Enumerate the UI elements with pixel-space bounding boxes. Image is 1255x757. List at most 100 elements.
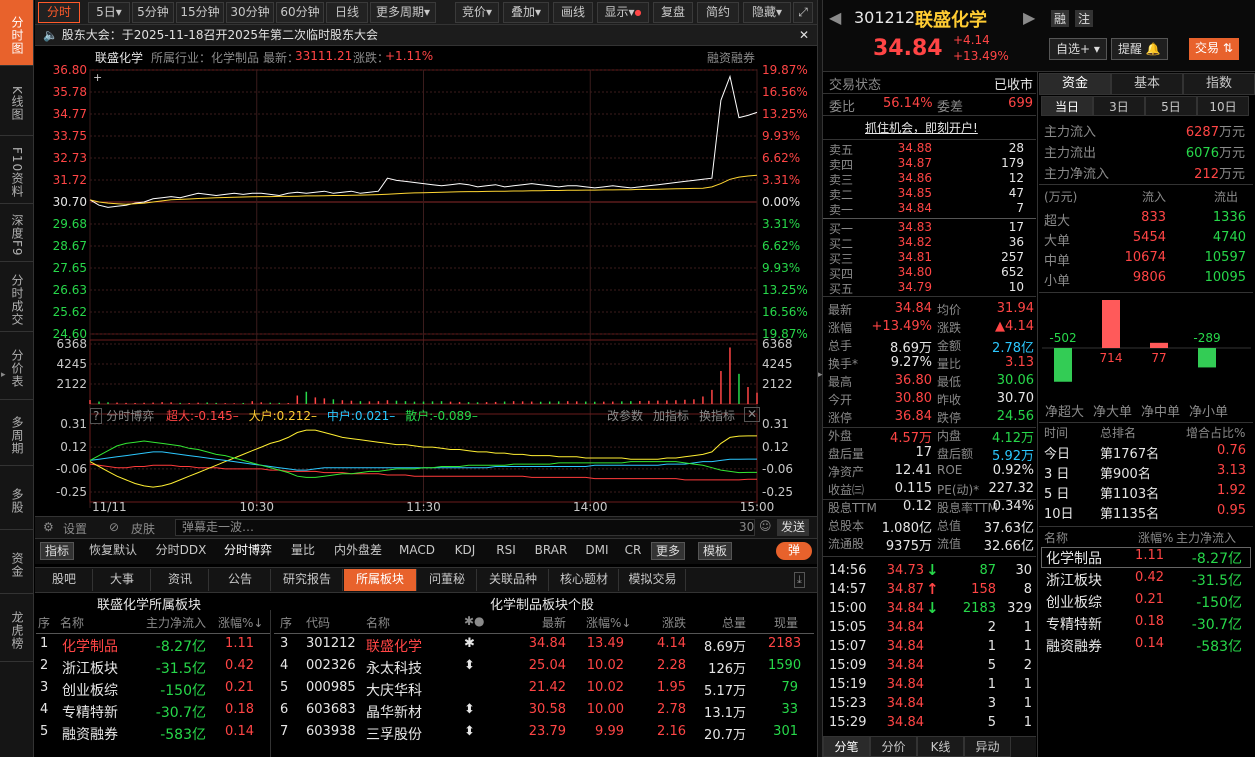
info-tab[interactable]: 资讯 [152,569,209,591]
intraday-button[interactable]: 分时 [38,2,80,23]
indicator-1[interactable]: 恢复默认 [82,542,144,560]
info-tab[interactable]: 所属板块 [344,569,417,591]
fund-tab[interactable]: 指数 [1183,73,1255,95]
ask-price[interactable]: 34.87 [880,156,932,170]
left-nav-item[interactable]: 分时成交 [0,262,33,332]
indicator-5[interactable]: 内外盘差 [328,542,388,560]
trade-button[interactable]: 交易 ⇅ [1189,38,1239,60]
left-nav-item[interactable]: 多股 [0,466,33,530]
close-icon[interactable]: ✕ [799,25,809,45]
sector-left-name[interactable]: 创业板综 [62,680,118,700]
info-tab[interactable]: 股吧 [36,569,93,591]
indicator-3[interactable]: 分时博弈 [218,542,278,560]
info-tab[interactable]: 研究报告 [272,569,343,591]
fund-sector-name[interactable]: 浙江板块 [1046,570,1102,590]
sector-right-cell[interactable]: 晶华新材 [366,702,456,722]
fund-sector-name[interactable]: 融资融券 [1046,636,1102,656]
indicator-0[interactable]: 指标 [40,542,74,560]
tick-tab[interactable]: 分笔 [823,736,870,757]
ask-price[interactable]: 34.85 [880,186,932,200]
close-icon[interactable]: ✕ [744,407,761,422]
watchlist-button[interactable]: 自选+ ▾ [1049,38,1107,60]
display-button[interactable]: 显示▾● [597,2,649,23]
add-indicator-button[interactable]: 加指标 [653,407,689,424]
ask-price[interactable]: 34.86 [880,171,932,185]
left-nav-item[interactable]: 多周期 [0,400,33,466]
ask-price[interactable]: 34.84 [880,201,932,215]
indicator-6[interactable]: MACD [394,542,440,560]
indicator-13[interactable]: 模板 [698,542,732,560]
bid-price-button[interactable]: 竞价▾ [455,2,499,23]
left-nav-item[interactable]: 龙虎榜 [0,594,33,662]
fund-tab[interactable]: 资金 [1039,73,1111,95]
indicator-9[interactable]: BRAR [528,542,574,560]
help-icon[interactable]: ? [90,408,103,424]
hide-button[interactable]: 隐藏▾ [743,2,791,23]
fund-sector-name[interactable]: 创业板综 [1046,592,1102,612]
prev-stock-icon[interactable]: ◀ [829,8,841,27]
indicator-7[interactable]: KDJ [446,542,484,560]
m15-button[interactable]: 15分钟 [176,2,224,23]
sector-left-name[interactable]: 浙江板块 [62,658,118,678]
indicator-8[interactable]: RSI [489,542,523,560]
indicator-14[interactable]: 弹 [776,542,812,560]
indicator-4[interactable]: 量比 [284,542,322,560]
info-tab[interactable]: 公告 [210,569,271,591]
ask-price[interactable]: 34.88 [880,141,932,155]
edit-params-button[interactable]: 改参数 [607,407,643,424]
sector-left-name[interactable]: 专精特新 [62,702,118,722]
indicator-2[interactable]: 分时DDX [150,542,212,560]
sector-left-name[interactable]: 融资融券 [62,724,118,744]
fullscreen-icon[interactable]: ⤢ [793,2,813,23]
left-nav-item[interactable]: 分价表 [0,332,33,400]
bid-price[interactable]: 34.79 [880,280,932,294]
info-tab[interactable]: 关联品种 [478,569,549,591]
info-tab[interactable]: 大事 [94,569,151,591]
smile-icon[interactable]: ☺ [759,519,772,533]
fund-period[interactable]: 5日 [1145,96,1197,116]
sector-right-cell[interactable]: 大庆华科 [366,680,456,700]
fund-period[interactable]: 当日 [1041,96,1093,116]
five-day-button[interactable]: 5日▾ [88,2,130,23]
left-nav-item[interactable]: 分时图 [0,0,33,66]
left-nav-item[interactable]: K线图 [0,66,33,136]
sector-right-cell[interactable]: 三孚股份 [366,724,456,744]
promo-link[interactable]: 抓住机会，即刻开户! [865,119,978,136]
fund-sector-name[interactable]: 专精特新 [1046,614,1102,634]
tick-tab[interactable]: 异动 [964,736,1011,757]
info-tab[interactable]: 核心题材 [550,569,619,591]
collapse-icon[interactable]: ⤓ [794,572,805,588]
left-nav-item[interactable]: 深度F9 [0,204,33,262]
send-button[interactable]: 发送 [777,519,810,536]
more-period-button[interactable]: 更多周期▾ [370,2,436,23]
notice-text[interactable]: 股东大会：于2025-11-18召开2025年第二次临时股东大会 [62,28,378,42]
tick-tab[interactable]: K线 [917,736,964,757]
bid-price[interactable]: 34.81 [880,250,932,264]
info-tab[interactable]: 问董秘 [418,569,477,591]
sector-left-name[interactable]: 化学制品 [62,636,118,656]
replay-button[interactable]: 复盘 [653,2,693,23]
indicator-11[interactable]: CR [620,542,646,560]
left-nav-item[interactable]: F10资料 [0,136,33,204]
fund-sector-name[interactable]: 化学制品 [1046,548,1102,568]
indicator-10[interactable]: DMI [579,542,615,560]
indicator-12[interactable]: 更多 [651,542,685,560]
fund-period[interactable]: 3日 [1093,96,1145,116]
bid-price[interactable]: 34.83 [880,220,932,234]
draw-button[interactable]: 画线 [553,2,593,23]
left-nav-item[interactable]: 资金 [0,530,33,594]
skin-button[interactable]: 皮肤 [131,520,155,537]
simple-button[interactable]: 简约 [697,2,739,23]
daily-button[interactable]: 日线 [326,2,368,23]
skin-icon[interactable]: ⊘ [109,520,119,534]
overlay-button[interactable]: 叠加▾ [503,2,549,23]
note-badge[interactable]: 注 [1075,10,1094,27]
sector-right-cell[interactable]: 永太科技 [366,658,456,678]
tick-tab[interactable]: 分价 [870,736,917,757]
m60-button[interactable]: 60分钟 [276,2,324,23]
m30-button[interactable]: 30分钟 [226,2,274,23]
info-tab[interactable]: 模拟交易 [620,569,686,591]
fund-tab[interactable]: 基本 [1111,73,1183,95]
margin-badge[interactable]: 融 [1051,10,1070,27]
sector-right-cell[interactable]: 联盛化学 [366,636,456,656]
